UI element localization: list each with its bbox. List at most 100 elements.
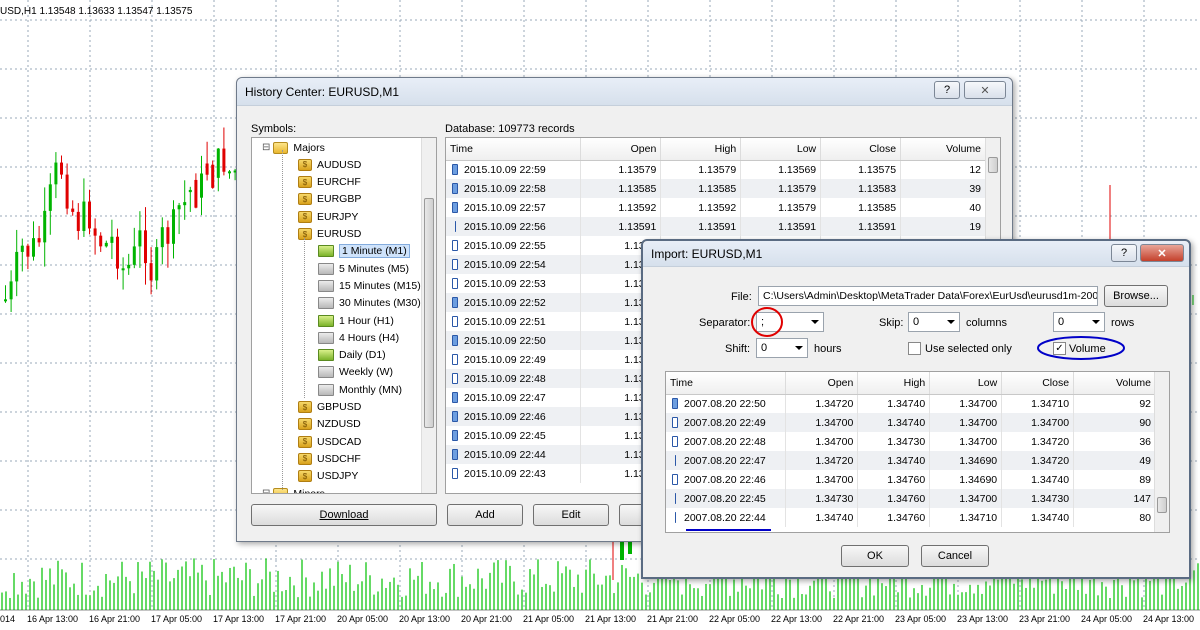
skip-rows-select[interactable]: 0 — [1053, 312, 1105, 332]
tree-item[interactable]: $ AUDUSD — [298, 156, 361, 173]
cell-open: 1.34700 — [785, 413, 859, 432]
tree-item[interactable]: $ EURUSD — [298, 226, 361, 243]
table-row[interactable]: 2007.08.20 22:49 1.34700 1.34740 1.34700 1.3… — [666, 413, 1156, 432]
bar-icon — [672, 436, 678, 448]
tree-item[interactable]: $ GBPUSD — [298, 399, 361, 416]
tree-item[interactable]: $ EURJPY — [298, 208, 358, 225]
table-row[interactable]: 2015.10.09 22:57 1.13592 1.13592 1.13579 1.1… — [446, 198, 986, 217]
column-header[interactable]: High — [857, 372, 931, 395]
column-header[interactable]: Open — [580, 138, 662, 161]
edit-button[interactable]: Edit — [533, 504, 609, 526]
help-button[interactable]: ? — [934, 81, 960, 99]
x-tick-label: 16 Apr 13:00 — [27, 614, 79, 624]
tree-item[interactable]: $ USDCAD — [298, 433, 361, 450]
tree-item[interactable]: 1 Hour (H1) — [318, 312, 394, 329]
collapse-icon[interactable]: ⊟ — [262, 488, 270, 493]
tree-item[interactable]: 1 Minute (M1) — [318, 243, 410, 260]
tree-item[interactable]: 15 Minutes (M15) — [318, 277, 421, 294]
history-scroll-thumb[interactable] — [988, 157, 998, 173]
collapse-icon[interactable]: ⊟ — [262, 142, 270, 153]
candle — [160, 227, 164, 248]
bar-icon — [672, 398, 678, 410]
table-row[interactable]: 2007.08.20 22:46 1.34700 1.34760 1.34690 1.3… — [666, 470, 1156, 489]
tree-item[interactable]: Monthly (MN) — [318, 381, 402, 398]
tree-item[interactable]: Weekly (W) — [318, 364, 393, 381]
close-button[interactable]: ✕ — [964, 81, 1006, 99]
cell-open: 1.34700 — [785, 432, 859, 451]
column-header[interactable]: Volume — [900, 138, 986, 161]
x-tick-label: 22 Apr 13:00 — [771, 614, 823, 624]
table-row[interactable]: 2015.10.09 22:58 1.13585 1.13585 1.13579 1.1… — [446, 179, 986, 198]
bar-icon — [675, 512, 676, 524]
column-header[interactable]: Open — [785, 372, 859, 395]
column-header[interactable]: Close — [1001, 372, 1075, 395]
import-table-scrollbar[interactable] — [1154, 372, 1169, 532]
shift-select[interactable]: 0 — [756, 338, 808, 358]
tree-item[interactable]: $ USDJPY — [298, 468, 358, 485]
import-preview-table[interactable]: Time Open High Low Close Volume 2007.08.20 22… — [665, 371, 1170, 533]
skip-columns-value: 0 — [913, 316, 920, 328]
tree-item[interactable]: Daily (D1) — [318, 347, 386, 364]
column-header[interactable]: Low — [740, 138, 822, 161]
tree-item[interactable]: 4 Hours (H4) — [318, 329, 399, 346]
cell-close: 1.34740 — [1001, 470, 1075, 489]
cell-volume: 12 — [900, 160, 986, 179]
cancel-button[interactable]: Cancel — [921, 545, 989, 567]
file-path-field[interactable]: C:\Users\Admin\Desktop\MetaTrader Data\F… — [758, 286, 1098, 306]
skip-columns-select[interactable]: 0 — [908, 312, 960, 332]
tree-item[interactable]: $ NZDUSD — [298, 416, 361, 433]
column-header[interactable]: Time — [666, 372, 787, 395]
tree-item[interactable]: 30 Minutes (M30) — [318, 295, 421, 312]
column-header[interactable]: Volume — [1073, 372, 1156, 395]
cell-open: 1.34720 — [785, 394, 859, 413]
add-button[interactable]: Add — [447, 504, 523, 526]
table-row[interactable]: 2007.08.20 22:47 1.34720 1.34740 1.34690 1.3… — [666, 451, 1156, 470]
bar-icon — [455, 221, 456, 233]
candle — [121, 268, 125, 271]
column-header[interactable]: High — [660, 138, 742, 161]
table-row[interactable]: 2007.08.20 22:48 1.34700 1.34730 1.34700 1.3… — [666, 432, 1156, 451]
import-titlebar[interactable]: Import: EURUSD,M1 — [643, 241, 1189, 267]
symbols-tree[interactable]: ⊟ Majors $ AUDUSD $ EURCHF $ EURGBP $ EURJPY $ EURU… — [251, 137, 437, 494]
tree-item-label: Majors — [293, 141, 325, 154]
import-help-button[interactable]: ? — [1111, 244, 1137, 262]
import-scroll-thumb[interactable] — [1157, 497, 1167, 513]
candle — [149, 263, 153, 281]
tree-item[interactable]: 5 Minutes (M5) — [318, 260, 409, 277]
cell-open: 1.34700 — [785, 470, 859, 489]
cell-low: 1.13579 — [740, 179, 822, 198]
cell-low: 1.34690 — [929, 451, 1003, 470]
tree-item-label: USDCHF — [317, 452, 361, 465]
column-header[interactable]: Low — [929, 372, 1003, 395]
download-button[interactable]: Download — [251, 504, 437, 526]
ok-button[interactable]: OK — [841, 545, 909, 567]
tree-item[interactable]: ⊟ Minors — [262, 485, 325, 493]
table-row[interactable]: 2007.08.20 22:44 1.34740 1.34760 1.34710 1.3… — [666, 508, 1156, 527]
x-tick-label: 23 Apr 21:00 — [1019, 614, 1071, 624]
browse-button[interactable]: Browse... — [1104, 285, 1168, 307]
tree-item[interactable]: $ USDCHF — [298, 450, 361, 467]
column-header[interactable]: Close — [820, 138, 902, 161]
table-row[interactable]: 2007.08.20 22:50 1.34720 1.34740 1.34700 1.3… — [666, 394, 1156, 413]
tree-scroll-thumb[interactable] — [424, 198, 434, 428]
history-center-titlebar[interactable]: History Center: EURUSD,M1 — [237, 78, 1012, 106]
candle — [620, 542, 624, 560]
use-selected-checkbox[interactable] — [908, 342, 921, 355]
tree-scrollbar[interactable] — [421, 138, 436, 493]
shift-value: 0 — [761, 342, 768, 354]
import-close-button[interactable]: ✕ — [1140, 244, 1184, 262]
file-label: File: — [731, 291, 752, 303]
tree-item[interactable]: ⊟ Majors — [262, 139, 325, 156]
tree-item[interactable]: $ EURGBP — [298, 191, 361, 208]
cell-high: 1.34740 — [857, 451, 931, 470]
cell-low: 1.34710 — [929, 508, 1003, 527]
chevron-down-icon — [811, 320, 819, 324]
column-header[interactable]: Time — [446, 138, 582, 161]
table-row[interactable]: 2015.10.09 22:56 1.13591 1.13591 1.13591 1.1… — [446, 217, 986, 236]
symbol-icon: $ — [298, 470, 312, 483]
timeframe-icon — [318, 366, 334, 379]
tree-item[interactable]: $ EURCHF — [298, 174, 361, 191]
table-row[interactable]: 2007.08.20 22:45 1.34730 1.34760 1.34700 1.3… — [666, 489, 1156, 508]
table-row[interactable]: 2015.10.09 22:59 1.13579 1.13579 1.13569 1.1… — [446, 160, 986, 179]
cell-volume: 90 — [1073, 413, 1156, 432]
